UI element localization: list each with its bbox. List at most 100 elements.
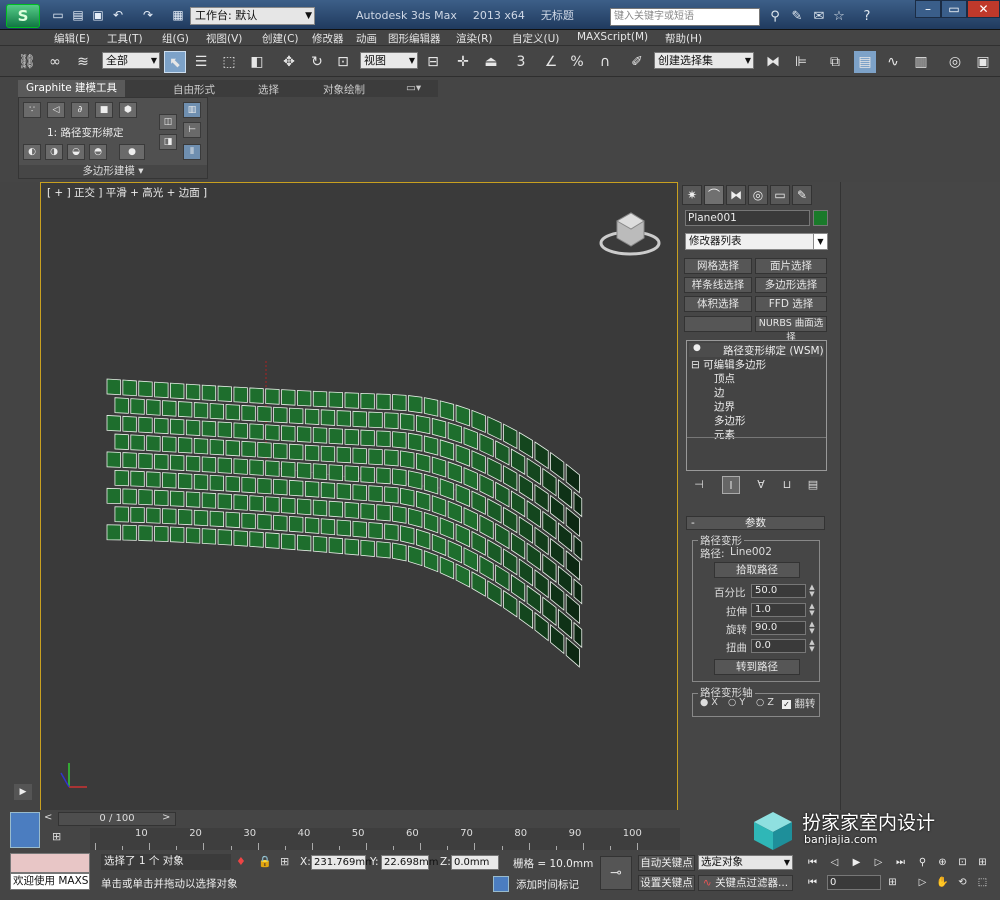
spinner-snap-icon[interactable]: ∩ <box>594 51 616 73</box>
show-end-result-icon[interactable]: I <box>722 476 740 494</box>
set-key-icon[interactable]: ⊸ <box>600 856 632 890</box>
maxscript-mini-listener[interactable]: 欢迎使用 MAXSc <box>10 873 90 890</box>
ribbon-tool-icon-1[interactable]: ◐ <box>23 144 41 160</box>
redo-icon[interactable]: ↷ <box>140 7 156 23</box>
rotate-spinner[interactable]: 90.0 <box>751 621 806 635</box>
percent-spinner[interactable]: 50.0 <box>751 584 806 598</box>
menu-customize[interactable]: 自定义(U) <box>512 31 559 46</box>
poly-select-button[interactable]: 多边形选择 <box>755 277 827 293</box>
star-icon[interactable]: ☆ <box>830 8 848 25</box>
spline-select-button[interactable]: 样条线选择 <box>684 277 752 293</box>
zoom-extents-all-icon[interactable]: ⊞ <box>975 855 990 870</box>
pick-path-button[interactable]: 拾取路径 <box>714 562 800 578</box>
project-folder-icon[interactable]: ▦ <box>170 7 186 23</box>
z-coord-field[interactable]: 0.0mm <box>451 855 499 870</box>
save-icon[interactable]: ▣ <box>90 7 106 23</box>
select-manipulate-icon[interactable]: ✛ <box>452 51 474 73</box>
schematic-view-icon[interactable]: ▥ <box>910 51 932 73</box>
curve-editor-icon[interactable]: ∿ <box>882 51 904 73</box>
lock-selection-icon[interactable]: 🔒 <box>258 855 272 868</box>
ribbon-tool-icon-3[interactable]: ◒ <box>67 144 85 160</box>
menu-maxscript[interactable]: MAXScript(M) <box>577 31 648 43</box>
polygon-mode-icon[interactable]: ■ <box>95 102 113 118</box>
ribbon-tool-icon-5[interactable]: ● <box>119 144 145 160</box>
stack-sub-border[interactable]: 边界 <box>714 399 735 414</box>
3ds-max-logo-icon[interactable]: S <box>6 4 40 28</box>
isolate-selection-icon[interactable]: ♦ <box>236 855 246 868</box>
ribbon-footer[interactable]: 多边形建模 ▾ <box>19 165 207 178</box>
layer-manager-icon[interactable]: ⧉ <box>824 51 846 73</box>
ribbon-side-icon-2[interactable]: ◨ <box>159 134 177 150</box>
select-by-name-icon[interactable]: ☰ <box>190 51 212 73</box>
menu-view[interactable]: 视图(V) <box>206 31 242 46</box>
workspace-dropdown[interactable]: 工作台: 默认 ▼ <box>190 7 315 25</box>
element-mode-icon[interactable]: ⬢ <box>119 102 137 118</box>
time-tag-icon[interactable] <box>493 876 509 892</box>
ribbon-side-icon-4[interactable]: ⊢ <box>183 122 201 138</box>
time-config-icon[interactable]: ⊞ <box>885 875 900 890</box>
open-file-icon[interactable]: ▤ <box>70 7 86 23</box>
current-frame-field[interactable]: 0 <box>827 875 881 890</box>
time-slider[interactable]: 0 / 100 <box>58 812 176 826</box>
maximize-button[interactable]: ▭ <box>941 0 967 18</box>
tab-object-paint[interactable]: 对象绘制 <box>323 82 365 97</box>
menu-rendering[interactable]: 渲染(R) <box>456 31 493 46</box>
stack-sub-edge[interactable]: 边 <box>714 385 725 400</box>
help-icon[interactable]: ? <box>858 8 876 25</box>
prev-frame-icon[interactable]: ◁ <box>827 855 842 870</box>
named-selection-dropdown[interactable]: 创建选择集 ▼ <box>654 52 754 69</box>
snap-toggle-icon[interactable]: 3 <box>510 51 532 73</box>
collapse-icon[interactable]: ⊟ <box>691 359 700 371</box>
maximize-viewport-icon[interactable]: ⬚ <box>975 875 990 890</box>
motion-tab-icon[interactable]: ◎ <box>748 185 768 205</box>
field-of-view-icon[interactable]: ▷ <box>915 875 930 890</box>
y-coord-field[interactable]: 22.698mm <box>381 855 438 870</box>
angle-snap-icon[interactable]: ∠ <box>540 51 562 73</box>
keyboard-shortcut-icon[interactable]: ⏏ <box>480 51 502 73</box>
menu-animation[interactable]: 动画 <box>356 31 377 46</box>
minimize-button[interactable]: – <box>915 0 941 18</box>
play-icon[interactable]: ▶ <box>849 855 864 870</box>
undo-icon[interactable]: ↶ <box>110 7 126 23</box>
move-to-path-button[interactable]: 转到路径 <box>714 659 800 675</box>
edit-named-sets-icon[interactable]: ✐ <box>626 51 648 73</box>
zoom-all-icon[interactable]: ⊕ <box>935 855 950 870</box>
ribbon-side-icon-1[interactable]: ◫ <box>159 114 177 130</box>
pan-icon[interactable]: ✋ <box>935 875 950 890</box>
stack-item-editable-poly[interactable]: ⊟ 可编辑多边形 <box>691 357 766 372</box>
communication-icon[interactable]: ✉ <box>810 8 828 25</box>
unlink-icon[interactable]: ∞ <box>44 51 66 73</box>
search-input[interactable]: 键入关键字或短语 <box>610 8 760 26</box>
material-editor-icon[interactable]: ◎ <box>944 51 966 73</box>
utilities-tab-icon[interactable]: ✎ <box>792 185 812 205</box>
axis-y-radio[interactable]: ○ Y <box>728 697 745 708</box>
rect-selection-icon[interactable]: ⬚ <box>218 51 240 73</box>
key-filters-button[interactable]: ∿ 关键点过滤器... <box>698 875 793 891</box>
align-icon[interactable]: ⊫ <box>790 51 812 73</box>
menu-help[interactable]: 帮助(H) <box>665 31 702 46</box>
pin-stack-icon[interactable]: ⊣ <box>690 476 708 494</box>
ffd-select-button[interactable]: FFD 选择 <box>755 296 827 312</box>
menu-tools[interactable]: 工具(T) <box>107 31 143 46</box>
menu-modifiers[interactable]: 修改器 <box>312 31 344 46</box>
select-object-icon[interactable]: ⬉ <box>164 51 186 73</box>
display-tab-icon[interactable]: ▭ <box>770 185 790 205</box>
tab-selection[interactable]: 选择 <box>258 82 279 97</box>
ribbon-tool-icon-4[interactable]: ◓ <box>89 144 107 160</box>
mesh-select-button[interactable]: 网格选择 <box>684 258 752 274</box>
perspective-viewport[interactable]: [ + ] 正交 ] 平滑 + 高光 + 边面 ] <box>40 182 678 812</box>
move-icon[interactable]: ✥ <box>278 51 300 73</box>
ribbon-tool-icon-2[interactable]: ◑ <box>45 144 63 160</box>
rotate-icon[interactable]: ↻ <box>306 51 328 73</box>
stretch-spinner-arrows[interactable]: ▲ ▼ <box>807 603 817 617</box>
zoom-icon[interactable]: ⚲ <box>915 855 930 870</box>
window-crossing-icon[interactable]: ◧ <box>246 51 268 73</box>
twist-spinner-arrows[interactable]: ▲ ▼ <box>807 639 817 653</box>
wrench-icon[interactable]: ✎ <box>788 8 806 25</box>
x-coord-field[interactable]: 231.769mm <box>311 855 375 870</box>
mirror-icon[interactable]: ⧓ <box>762 51 784 73</box>
volume-select-button[interactable]: 体积选择 <box>684 296 752 312</box>
tab-graphite[interactable]: Graphite 建模工具 <box>18 80 126 97</box>
stack-sub-element[interactable]: 元素 <box>714 427 735 442</box>
add-time-tag[interactable]: 添加时间标记 <box>516 877 579 892</box>
